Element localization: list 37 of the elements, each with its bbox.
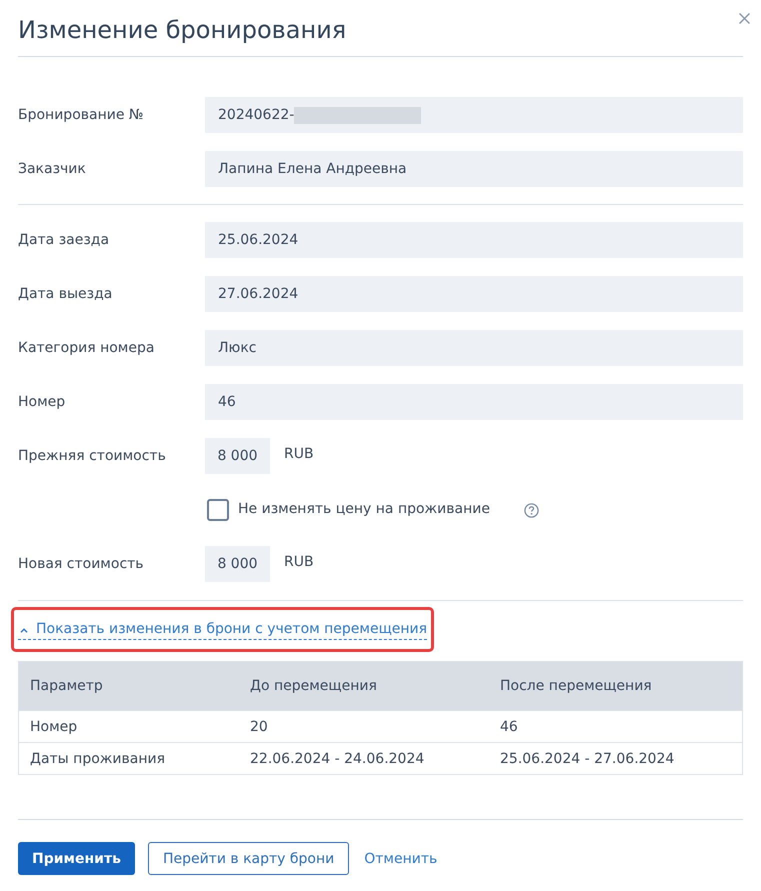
read-only-field: 46 bbox=[205, 384, 743, 420]
table-header-cell: Параметр bbox=[18, 662, 239, 710]
field-label: Заказчик bbox=[18, 161, 87, 177]
close-icon bbox=[739, 13, 750, 24]
table-cell: 22.06.2024 - 24.06.2024 bbox=[239, 742, 489, 774]
open-card-button[interactable]: Перейти в карту брони bbox=[148, 842, 350, 875]
table-cell: 46 bbox=[489, 710, 742, 742]
field-value: 20240622- bbox=[218, 107, 294, 123]
field-label: Номер bbox=[18, 394, 66, 410]
table-header-cell: После перемещения bbox=[489, 662, 742, 710]
table-cell: Номер bbox=[18, 710, 239, 742]
currency-label: RUB bbox=[284, 554, 314, 570]
read-only-field: 27.06.2024 bbox=[205, 276, 743, 312]
dialog-title: Изменение бронирования bbox=[18, 15, 348, 45]
cancel-link[interactable]: Отменить bbox=[362, 842, 440, 875]
close-button[interactable] bbox=[739, 13, 750, 24]
read-only-field: 8 000 bbox=[205, 546, 270, 582]
table-cell: 20 bbox=[239, 710, 489, 742]
field-label: Дата заезда bbox=[18, 232, 110, 248]
read-only-field: Люкс bbox=[205, 330, 743, 366]
checkbox[interactable] bbox=[207, 499, 229, 521]
field-label: Новая стоимость bbox=[18, 556, 145, 572]
table-header-cell: До перемещения bbox=[239, 662, 489, 710]
field-label: Бронирование № bbox=[18, 107, 144, 123]
read-only-field: 8 000 bbox=[205, 438, 270, 474]
field-label: Дата выезда bbox=[18, 286, 114, 302]
field-label: Категория номера bbox=[18, 340, 156, 356]
read-only-field: Лапина Елена Андреевна bbox=[205, 151, 743, 187]
table-cell: Даты проживания bbox=[18, 742, 239, 774]
help-icon[interactable] bbox=[524, 502, 539, 518]
checkbox-label[interactable]: Не изменять цену на проживание bbox=[238, 501, 490, 517]
read-only-field: 25.06.2024 bbox=[205, 222, 743, 258]
toggle-link[interactable]: Показать изменения в брони с учетом перемещения bbox=[18, 619, 428, 640]
currency-label: RUB bbox=[284, 446, 314, 462]
apply-button[interactable]: Применить bbox=[18, 842, 135, 875]
table-cell: 25.06.2024 - 27.06.2024 bbox=[489, 742, 742, 774]
field-label: Прежняя стоимость bbox=[18, 448, 167, 464]
